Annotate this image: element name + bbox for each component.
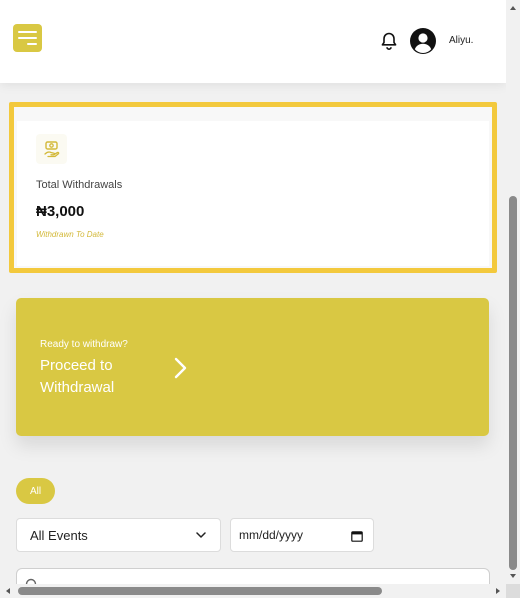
top-header: Aliyu. xyxy=(0,0,506,83)
total-withdrawals-value: ₦3,000 xyxy=(36,203,85,220)
money-hand-icon xyxy=(36,134,67,164)
scroll-up-arrow-icon[interactable] xyxy=(509,4,517,12)
user-avatar-icon[interactable] xyxy=(410,28,436,54)
chevron-down-icon xyxy=(196,532,206,538)
withdrawals-card xyxy=(17,121,489,266)
scroll-down-arrow-icon[interactable] xyxy=(509,572,517,580)
search-input[interactable] xyxy=(16,568,490,584)
proceed-to-withdrawal-title[interactable]: Proceed to Withdrawal xyxy=(40,355,160,399)
withdrawn-to-date-label: Withdrawn To Date xyxy=(36,230,104,239)
horizontal-scroll-thumb[interactable] xyxy=(18,587,382,595)
page-viewport: Aliyu. Total Withdrawals ₦3,000 Withdraw… xyxy=(0,0,506,584)
events-select-value: All Events xyxy=(30,527,88,543)
hamburger-menu-icon[interactable] xyxy=(13,24,42,52)
total-withdrawals-label: Total Withdrawals xyxy=(36,179,123,191)
ready-to-withdraw-label: Ready to withdraw? xyxy=(40,339,128,350)
filter-all-pill[interactable]: All xyxy=(16,478,55,504)
events-select[interactable]: All Events xyxy=(16,518,221,552)
date-placeholder: mm/dd/yyyy xyxy=(239,528,304,542)
scrollbar-corner xyxy=(506,584,520,598)
scroll-left-arrow-icon[interactable] xyxy=(4,587,12,595)
username-label[interactable]: Aliyu. xyxy=(449,35,473,46)
bell-icon[interactable] xyxy=(379,31,399,51)
scroll-right-arrow-icon[interactable] xyxy=(494,587,502,595)
calendar-icon[interactable] xyxy=(351,530,363,542)
date-filter-input[interactable]: mm/dd/yyyy xyxy=(230,518,374,552)
chevron-right-icon[interactable] xyxy=(172,356,190,380)
horizontal-scrollbar[interactable] xyxy=(0,584,506,598)
vertical-scrollbar[interactable] xyxy=(506,0,520,584)
vertical-scroll-thumb[interactable] xyxy=(509,196,517,570)
